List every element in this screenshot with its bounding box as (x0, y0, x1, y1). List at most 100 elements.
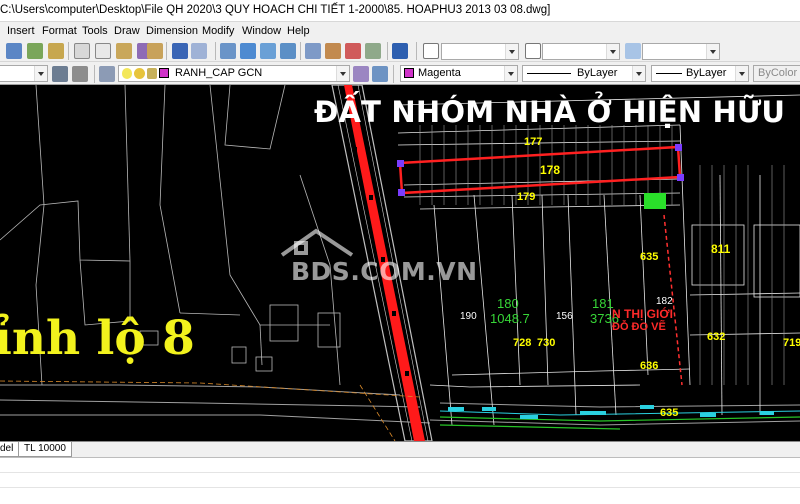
dim-style-icon[interactable] (525, 43, 541, 59)
command-history-line (0, 472, 800, 473)
tab-model[interactable]: del (0, 442, 20, 457)
plotstyle-select[interactable]: ByColor (753, 65, 800, 82)
layer-manager-icon[interactable] (52, 66, 68, 82)
parcel-number: 177 (524, 136, 543, 148)
make-current-icon[interactable] (353, 66, 369, 82)
lineweight-label: ByLayer (686, 67, 727, 79)
chevron-down-icon (606, 44, 619, 59)
publish-icon[interactable] (48, 43, 64, 59)
standard-toolbar (0, 40, 800, 62)
menu-modify[interactable]: Modify (202, 25, 234, 37)
parcel-number: 635 (660, 407, 679, 419)
linetype-select[interactable]: ByLayer (522, 65, 646, 82)
parcel-number: 632 (707, 331, 726, 343)
road-label: ỉnh lộ 8 (0, 311, 195, 366)
tab-tl-10000[interactable]: TL 10000 (18, 442, 72, 457)
menu-insert[interactable]: Insert (7, 25, 35, 37)
survey-number: 156 (556, 311, 573, 322)
color-select[interactable]: Magenta (400, 65, 518, 82)
watermark: BDS.COM.VN (291, 257, 478, 286)
lightbulb-icon (122, 68, 132, 79)
chevron-down-icon (735, 66, 748, 81)
layout-tab-bar: del TL 10000 (0, 441, 800, 457)
command-history-line (0, 487, 800, 488)
print-icon[interactable] (6, 43, 22, 59)
title-bar: C:\Users\computer\Desktop\File QH 2020\3… (0, 0, 800, 22)
cut-icon[interactable] (74, 43, 90, 59)
menu-help[interactable]: Help (287, 25, 310, 37)
drawing-canvas[interactable]: ĐẤT NHÓM NHÀ Ở HIỆN HỮU ỉnh lộ 8 BDS.COM… (0, 85, 800, 441)
toolbar-separator (300, 42, 301, 60)
sun-icon (134, 68, 145, 79)
redo-icon[interactable] (191, 43, 207, 59)
tool-palettes-icon[interactable] (345, 43, 361, 59)
menu-window[interactable]: Window (242, 25, 281, 37)
layer-states-icon[interactable] (99, 66, 115, 82)
paste-icon[interactable] (116, 43, 132, 59)
toolbar-separator (94, 65, 95, 83)
parcel-number: 636 (640, 360, 659, 372)
dim-style-select[interactable] (542, 43, 620, 60)
layers-toolbar: RANH_CAP GCN Magenta ByLayer ByLayer ByC… (0, 62, 800, 85)
chevron-down-icon (632, 66, 645, 81)
linetype-sample (527, 73, 571, 74)
toolbar-separator (387, 42, 388, 60)
properties-icon[interactable] (305, 43, 321, 59)
parcel-number: 719 (783, 337, 800, 349)
text-style-icon[interactable] (423, 43, 439, 59)
copy-icon[interactable] (95, 43, 111, 59)
zoom-window-icon[interactable] (260, 43, 276, 59)
menu-format[interactable]: Format (42, 25, 77, 37)
command-line[interactable] (0, 457, 800, 504)
window-title: C:\Users\computer\Desktop\File QH 2020\3… (0, 4, 551, 16)
lineweight-sample (656, 73, 682, 74)
table-style-icon[interactable] (625, 43, 641, 59)
plot-preview-icon[interactable] (27, 43, 43, 59)
zoom-previous-icon[interactable] (280, 43, 296, 59)
parcel-number: 811 (711, 242, 731, 256)
toolbar-separator (68, 42, 69, 60)
menu-draw[interactable]: Draw (114, 25, 140, 37)
undo-icon[interactable] (172, 43, 188, 59)
layer-match-icon[interactable] (372, 66, 388, 82)
survey-number: 182 (656, 296, 673, 307)
zone-heading: ĐẤT NHÓM NHÀ Ở HIỆN HỮU (314, 95, 786, 129)
workspace-select[interactable] (0, 65, 48, 82)
toolbar-separator (215, 42, 216, 60)
linetype-label: ByLayer (577, 67, 618, 79)
layer-select[interactable]: RANH_CAP GCN (118, 65, 350, 82)
chevron-down-icon (336, 66, 349, 81)
layer-previous-icon[interactable] (72, 66, 88, 82)
help-icon[interactable] (392, 43, 408, 59)
menu-dimension[interactable]: Dimension (146, 25, 198, 37)
brush-icon[interactable] (147, 43, 163, 59)
plotstyle-label: ByColor (758, 67, 798, 79)
pan-icon[interactable] (220, 43, 236, 59)
chevron-down-icon (706, 44, 719, 59)
toolbar-separator (166, 42, 167, 60)
toolbar-separator (393, 65, 394, 83)
lineweight-select[interactable]: ByLayer (651, 65, 749, 82)
parcel-number: 730 (537, 337, 556, 349)
zoom-realtime-icon[interactable] (240, 43, 256, 59)
menu-bar: Insert Format Tools Draw Dimension Modif… (0, 22, 800, 40)
color-swatch (404, 68, 414, 78)
design-center-icon[interactable] (325, 43, 341, 59)
menu-tools[interactable]: Tools (82, 25, 108, 37)
house-icon (280, 228, 354, 257)
text-style-select[interactable] (441, 43, 519, 60)
owner-label-2: ĐỖ ĐO VẼ (612, 321, 666, 333)
survey-number: 181 (592, 296, 614, 311)
layer-color-swatch (159, 68, 169, 78)
color-label: Magenta (418, 67, 461, 79)
calculator-icon[interactable] (365, 43, 381, 59)
parcel-number: 728 (513, 337, 532, 349)
parcel-number: 178 (540, 163, 561, 177)
layer-name: RANH_CAP GCN (175, 67, 263, 79)
chevron-down-icon (34, 66, 47, 81)
chevron-down-icon (505, 44, 518, 59)
table-style-select[interactable] (642, 43, 720, 60)
chevron-down-icon (504, 66, 517, 81)
survey-number: 190 (460, 311, 477, 322)
owner-label: N THỊ GIỚI (612, 307, 673, 321)
